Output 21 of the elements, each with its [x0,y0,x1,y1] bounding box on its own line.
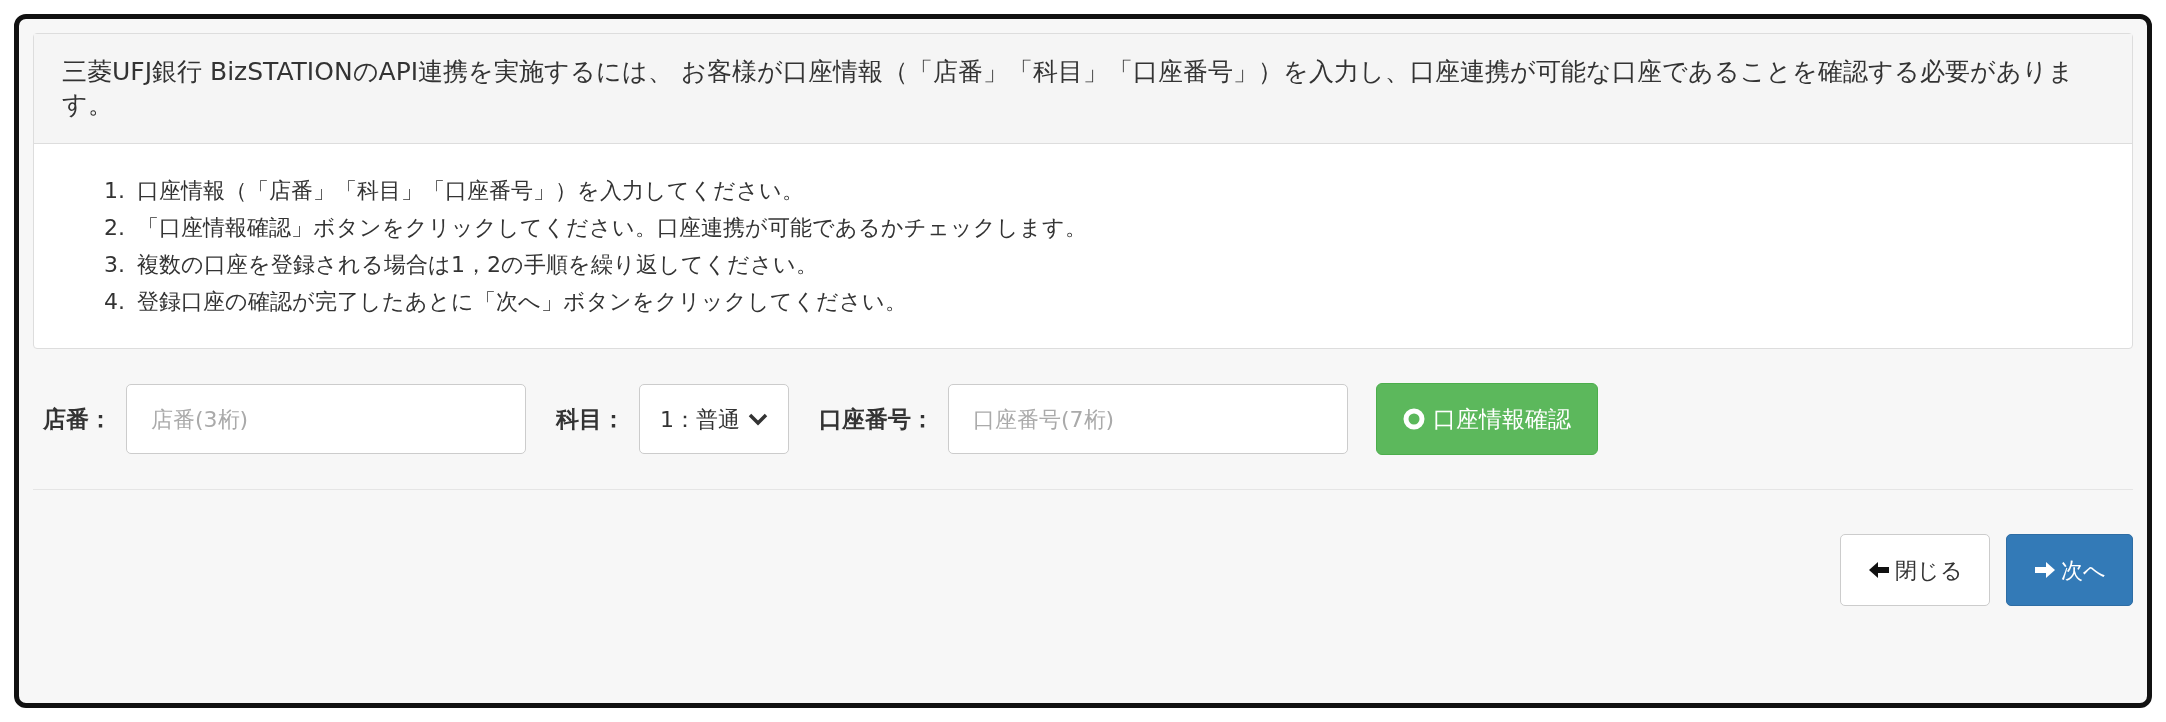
next-button[interactable]: 次へ [2006,534,2133,606]
field-label: 店番： [43,404,112,434]
arrow-right-icon [2033,560,2057,580]
step-text: 口座情報（「店番」「科目」「口座番号」）を入力してください。 [137,177,804,205]
panel-heading: 三菱UFJ銀行 BizSTATIONのAPI連携を実施するには、 お客様が口座情報（「店番」「科目」「口座番号」）を入力し、口座連携が可能な口座であることを確認する必要があります。 [34,34,2132,144]
step-text: 「口座情報確認」ボタンをクリックしてください。口座連携が可能であるかチェックします。 [137,214,1087,242]
arrow-left-icon [1867,560,1891,580]
field-label: 口座番号： [819,404,934,434]
input-field[interactable]: 店番(3桁) [126,384,526,454]
input-field[interactable]: 口座番号(7桁) [948,384,1348,454]
step-text: 登録口座の確認が完了したあとに「次へ」ボタンをクリックしてください。 [137,288,907,316]
step-number: 3. [104,251,125,279]
close-button[interactable]: 閉じる [1840,534,1990,606]
chevron-down-icon [748,412,768,426]
step-number: 2. [104,214,125,242]
select-field[interactable]: 1：普通 [639,384,789,454]
step-number: 4. [104,288,125,316]
step-text: 複数の口座を登録される場合は1，2の手順を繰り返してください。 [137,251,818,279]
field-label: 科目： [556,404,625,434]
step-number: 1. [104,177,125,205]
circle-icon [1403,408,1425,430]
